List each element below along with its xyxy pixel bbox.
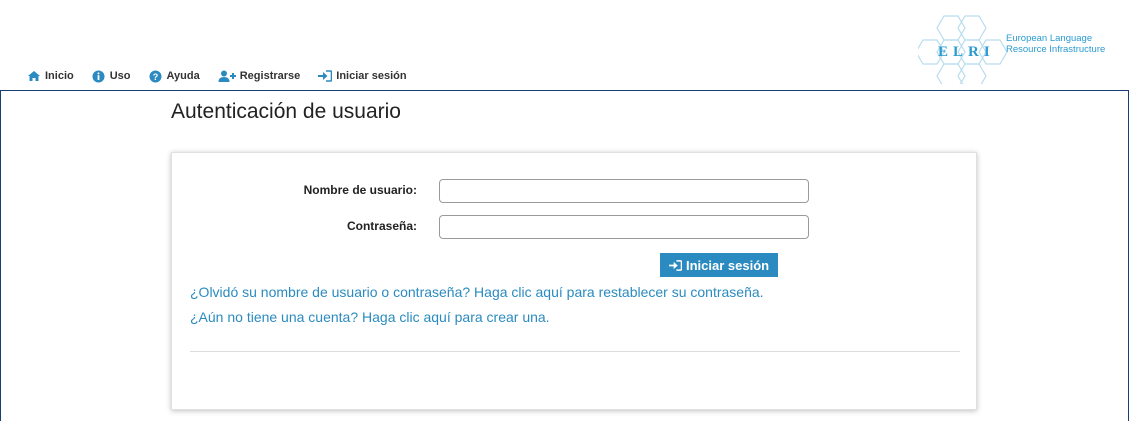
sign-in-icon bbox=[318, 70, 333, 82]
svg-text:ELRI: ELRI bbox=[938, 44, 995, 60]
username-label: Nombre de usuario: bbox=[303, 183, 417, 197]
nav-label: Iniciar sesión bbox=[336, 70, 407, 82]
nav-label: Ayuda bbox=[166, 70, 200, 82]
password-label: Contraseña: bbox=[346, 219, 417, 233]
logo-line-1: European Language bbox=[1006, 33, 1093, 44]
info-icon bbox=[92, 70, 106, 83]
sign-in-icon bbox=[669, 259, 682, 271]
home-icon bbox=[27, 70, 41, 82]
page-title: Autenticación de usuario bbox=[171, 100, 401, 123]
username-input[interactable] bbox=[439, 179, 809, 203]
logo-line-2: Resource Infrastructure bbox=[1006, 44, 1106, 55]
help-icon: ? bbox=[149, 70, 163, 83]
forgot-password-link[interactable]: ¿Olvidó su nombre de usuario o contraseñ… bbox=[190, 284, 764, 300]
login-button-label: Iniciar sesión bbox=[686, 257, 770, 273]
nav-item-uso[interactable]: Uso bbox=[92, 70, 131, 83]
nav-item-iniciar-sesion[interactable]: Iniciar sesión bbox=[318, 70, 407, 82]
nav-item-ayuda[interactable]: ? Ayuda bbox=[149, 70, 200, 83]
svg-text:?: ? bbox=[152, 72, 158, 82]
login-button[interactable]: Iniciar sesión bbox=[660, 253, 779, 277]
nav-item-inicio[interactable]: Inicio bbox=[27, 70, 74, 82]
main-nav: Inicio Uso ? Ayuda Registrarse Iniciar s… bbox=[27, 70, 425, 83]
nav-label: Registrarse bbox=[239, 70, 301, 82]
logo-text: European Language Resource Infrastructur… bbox=[1006, 33, 1105, 55]
add-user-icon bbox=[218, 70, 236, 82]
elri-letters-icon: ELRI bbox=[938, 44, 995, 60]
header: Inicio Uso ? Ayuda Registrarse Iniciar s… bbox=[0, 0, 1129, 91]
divider bbox=[190, 351, 960, 352]
nav-label: Inicio bbox=[45, 70, 74, 82]
login-panel: Nombre de usuario: Contraseña: Iniciar s… bbox=[171, 152, 977, 410]
password-input[interactable] bbox=[439, 215, 809, 239]
nav-label: Uso bbox=[109, 70, 131, 82]
nav-item-registrarse[interactable]: Registrarse bbox=[218, 70, 301, 82]
create-account-link[interactable]: ¿Aún no tiene una cuenta? Haga clic aquí… bbox=[190, 309, 550, 325]
